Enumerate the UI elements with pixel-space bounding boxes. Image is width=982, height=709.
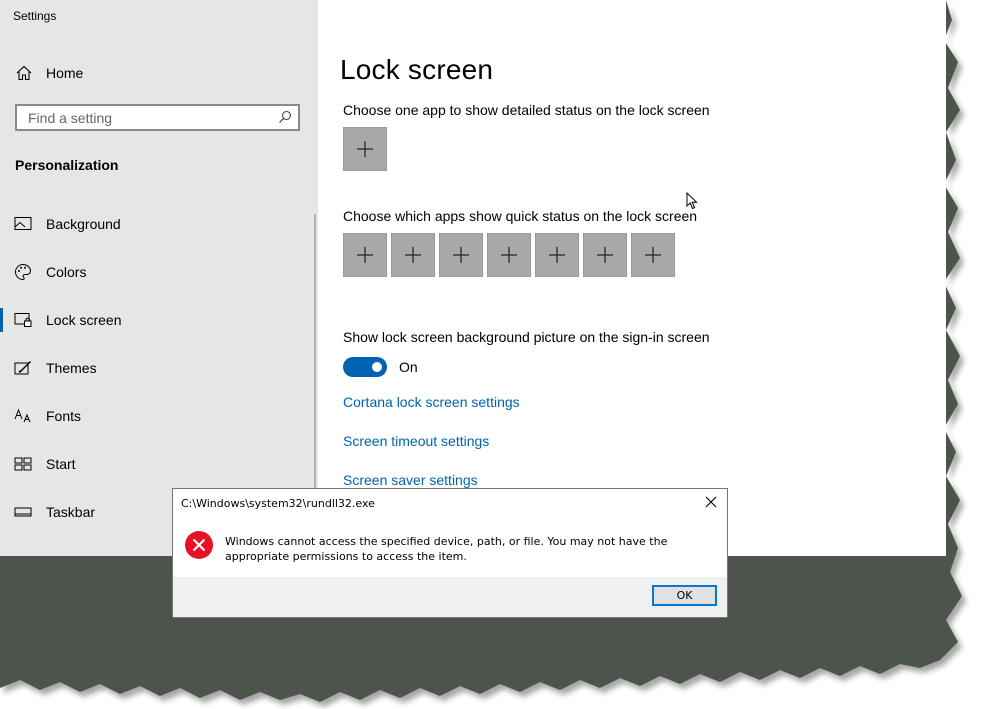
sidebar-item-label: Themes: [46, 360, 97, 376]
sidebar-item-colors[interactable]: Colors: [0, 248, 318, 296]
home-icon: [15, 64, 33, 82]
sidebar: Settings Home Personalization Background: [0, 0, 318, 556]
sidebar-item-label: Fonts: [46, 408, 82, 424]
add-quick-app-button[interactable]: [487, 233, 531, 277]
toggle-knob: [372, 362, 382, 372]
taskbar-icon: [14, 503, 32, 521]
main-content: Lock screen Choose one app to show detai…: [318, 0, 946, 556]
page-title: Lock screen: [340, 54, 494, 85]
plus-icon: [357, 141, 373, 157]
add-quick-app-button[interactable]: [535, 233, 579, 277]
lock-screen-icon: [14, 311, 32, 329]
sidebar-item-label: Taskbar: [46, 504, 96, 520]
plus-icon: [549, 247, 565, 263]
dialog-footer: OK: [173, 577, 727, 617]
sidebar-item-themes[interactable]: Themes: [0, 344, 318, 392]
add-quick-app-button[interactable]: [343, 233, 387, 277]
quick-status-slots: [343, 233, 675, 277]
detailed-status-label: Choose one app to show detailed status o…: [343, 102, 710, 118]
mouse-cursor-icon: [686, 191, 698, 215]
app-title: Settings: [13, 9, 57, 23]
error-dialog: C:\Windows\system32\rundll32.exe Windows…: [172, 488, 728, 618]
sidebar-item-label: Background: [46, 216, 121, 232]
image-icon: [14, 215, 32, 233]
sidebar-scrollbar[interactable]: [314, 214, 316, 514]
plus-icon: [501, 247, 517, 263]
sidebar-item-fonts[interactable]: Fonts: [0, 392, 318, 440]
home-nav-item[interactable]: Home: [0, 56, 318, 90]
screen-timeout-link[interactable]: Screen timeout settings: [343, 433, 489, 449]
cortana-lock-screen-link[interactable]: Cortana lock screen settings: [343, 394, 520, 410]
settings-window: Settings Home Personalization Background: [0, 0, 946, 556]
dialog-message: Windows cannot access the specified devi…: [225, 535, 668, 563]
start-icon: [14, 455, 32, 473]
toggle-state-label: On: [399, 359, 418, 375]
palette-icon: [14, 263, 32, 281]
detailed-status-slot: [343, 127, 387, 171]
sidebar-item-label: Colors: [46, 264, 87, 280]
signin-picture-toggle[interactable]: [343, 357, 387, 377]
add-detailed-app-button[interactable]: [343, 127, 387, 171]
ok-button[interactable]: OK: [652, 585, 717, 606]
signin-picture-label: Show lock screen background picture on t…: [343, 329, 710, 345]
add-quick-app-button[interactable]: [391, 233, 435, 277]
add-quick-app-button[interactable]: [439, 233, 483, 277]
home-label: Home: [46, 65, 84, 81]
section-title: Personalization: [15, 157, 119, 173]
sidebar-nav: Background Colors Lock screen Themes Fon…: [0, 200, 318, 536]
search-input[interactable]: [26, 108, 270, 127]
plus-icon: [453, 247, 469, 263]
plus-icon: [645, 247, 661, 263]
add-quick-app-button[interactable]: [631, 233, 675, 277]
sidebar-item-label: Lock screen: [46, 312, 122, 328]
add-quick-app-button[interactable]: [583, 233, 627, 277]
plus-icon: [597, 247, 613, 263]
plus-icon: [405, 247, 421, 263]
sidebar-item-label: Start: [46, 456, 76, 472]
plus-icon: [357, 247, 373, 263]
sidebar-item-background[interactable]: Background: [0, 200, 318, 248]
fonts-icon: [14, 407, 32, 425]
screen-saver-link[interactable]: Screen saver settings: [343, 472, 478, 488]
error-icon: [184, 530, 214, 564]
themes-icon: [14, 359, 32, 377]
search-icon[interactable]: [278, 110, 292, 129]
search-box[interactable]: [15, 104, 300, 131]
dialog-title: C:\Windows\system32\rundll32.exe: [181, 497, 375, 510]
sidebar-item-lock-screen[interactable]: Lock screen: [0, 296, 318, 344]
close-icon: [705, 496, 717, 508]
sidebar-item-start[interactable]: Start: [0, 440, 318, 488]
quick-status-label: Choose which apps show quick status on t…: [343, 208, 698, 224]
close-button[interactable]: [703, 494, 719, 510]
